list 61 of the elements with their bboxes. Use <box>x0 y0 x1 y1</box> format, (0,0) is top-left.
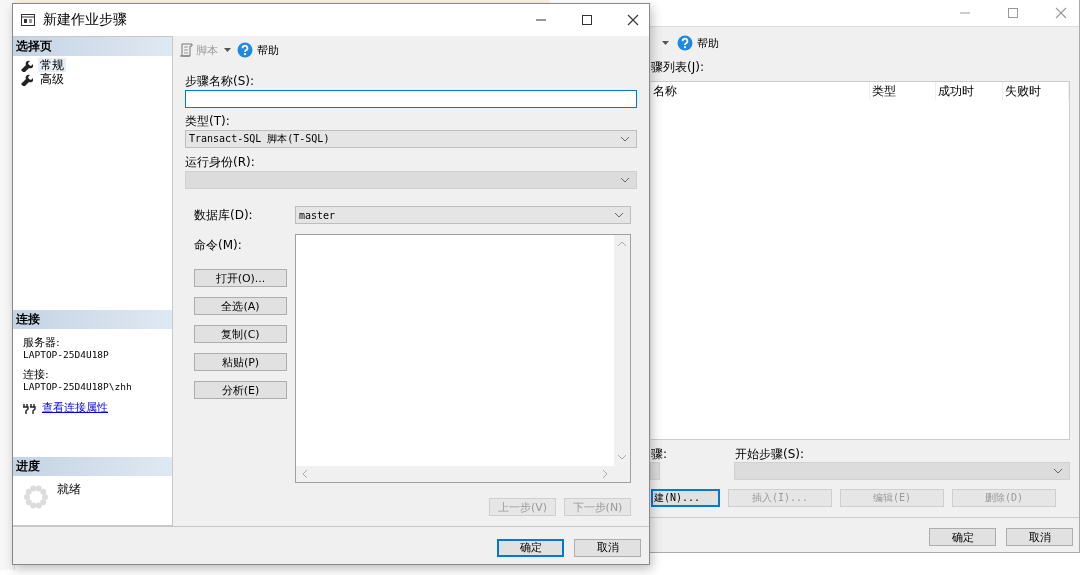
step-action-button[interactable]: 建(N)... <box>651 489 720 507</box>
scroll-left-icon <box>302 469 308 479</box>
command-button[interactable]: 粘贴(P) <box>194 353 287 371</box>
field-label: 命令(M): <box>194 238 243 252</box>
script-icon <box>179 43 193 57</box>
server-name: LAPTOP-25D4U18P <box>23 349 110 360</box>
help-button[interactable]: 帮助 <box>237 41 279 59</box>
maximize-icon <box>1007 7 1019 19</box>
column-header: 名称 <box>651 82 870 100</box>
database-dropdown[interactable]: master <box>295 206 631 224</box>
chevron-icon <box>620 136 630 142</box>
wrench-icon <box>20 58 33 72</box>
type-dropdown[interactable]: Transact-SQL 脚本(T-SQL) <box>185 130 637 148</box>
scroll-up-icon <box>617 241 627 247</box>
help-button[interactable]: 帮助 <box>677 34 719 52</box>
window-title: 新建作业步骤 <box>43 11 128 29</box>
scroll-right-icon <box>602 469 608 479</box>
command-button[interactable]: 分析(E) <box>194 381 287 399</box>
maximize-icon[interactable] <box>581 14 593 26</box>
on-success-dropdown[interactable] <box>650 462 660 480</box>
dialog-button[interactable]: 取消 <box>574 538 641 557</box>
field-label: 开始步骤(S): <box>735 447 805 461</box>
dialog-button[interactable]: 确定 <box>929 528 996 546</box>
field-label: 骤: <box>651 447 669 461</box>
section-header: 进度 <box>13 457 172 476</box>
chevron-icon <box>1053 468 1063 474</box>
command-button[interactable]: 全选(A) <box>194 297 287 315</box>
help-icon <box>237 42 253 58</box>
page-item[interactable]: 高级 <box>38 72 66 86</box>
page-item[interactable]: 常规 <box>38 58 66 72</box>
chevron-icon <box>614 212 624 218</box>
field-label: 运行身份(R): <box>185 155 256 169</box>
connection-properties-link[interactable]: 查看连接属性 <box>42 400 108 415</box>
caret-icon <box>662 41 669 45</box>
column-header: 失败时 <box>1003 82 1069 100</box>
field-label: 类型(T): <box>185 114 231 128</box>
window-icon <box>21 13 35 27</box>
column-header: 类型 <box>870 82 936 100</box>
connection-name: LAPTOP-25D4U18P\zhh <box>23 381 133 392</box>
dialog-button[interactable]: 确定 <box>497 538 564 557</box>
field-label: 服务器: <box>23 337 61 349</box>
chevron-icon <box>620 177 630 183</box>
wrench-icon <box>20 72 33 86</box>
spinner-icon <box>23 484 49 510</box>
field-label: 连接: <box>23 369 50 381</box>
section-header: 选择页 <box>13 37 172 56</box>
command-button[interactable]: 打开(O)... <box>194 269 287 287</box>
step-name-field[interactable] <box>185 90 637 108</box>
status-text: 就绪 <box>57 482 81 496</box>
close-icon[interactable] <box>627 14 639 26</box>
field-label: 骤列表(J): <box>651 60 705 74</box>
column-header: 成功时 <box>936 82 1003 100</box>
section-header: 连接 <box>13 310 172 329</box>
scroll-down-icon <box>617 454 627 460</box>
dialog-button[interactable]: 取消 <box>1006 528 1073 546</box>
command-button[interactable]: 复制(C) <box>194 325 287 343</box>
help-icon <box>677 35 693 51</box>
field-label: 数据库(D): <box>194 208 254 222</box>
field-label: 步骤名称(S): <box>185 74 256 88</box>
close-icon <box>1055 7 1067 19</box>
caret-icon <box>224 48 231 52</box>
